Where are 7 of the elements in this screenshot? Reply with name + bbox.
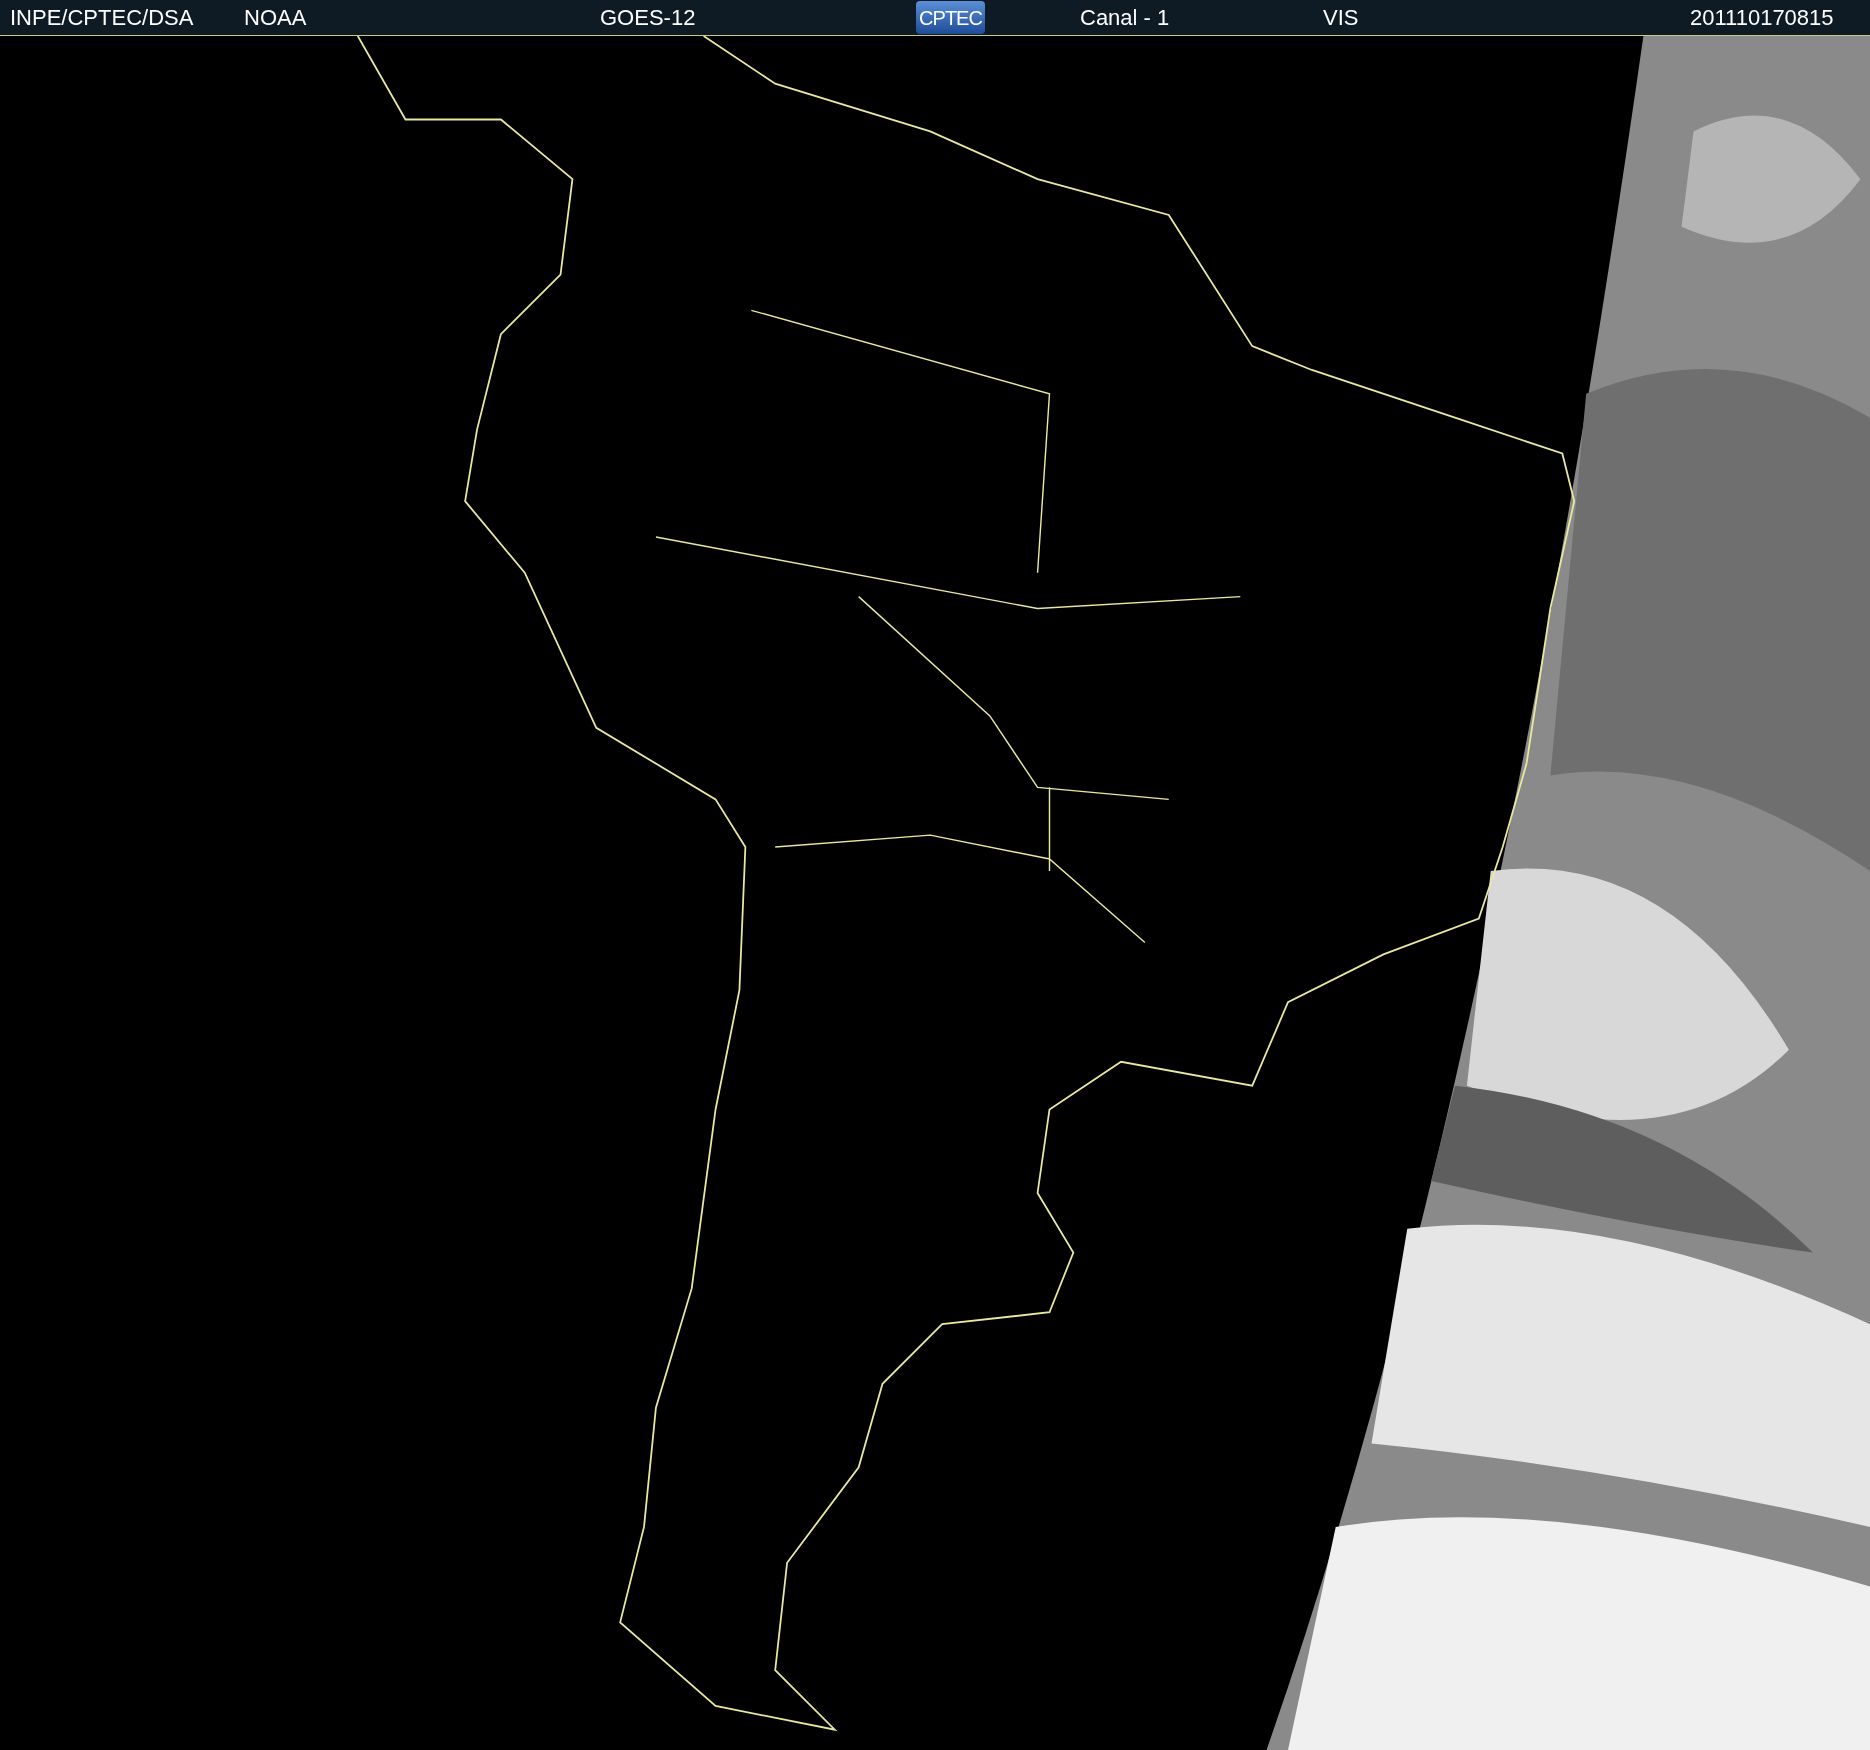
- source-label: INPE/CPTEC/DSA: [10, 4, 194, 32]
- channel-label: Canal - 1: [1080, 4, 1170, 32]
- logo: CPTEC: [916, 1, 985, 34]
- band-label: VIS: [1323, 4, 1359, 32]
- agency-label: NOAA: [244, 4, 307, 32]
- timestamp-label: 201110170815: [1690, 4, 1834, 32]
- satellite-label: GOES-12: [600, 4, 696, 32]
